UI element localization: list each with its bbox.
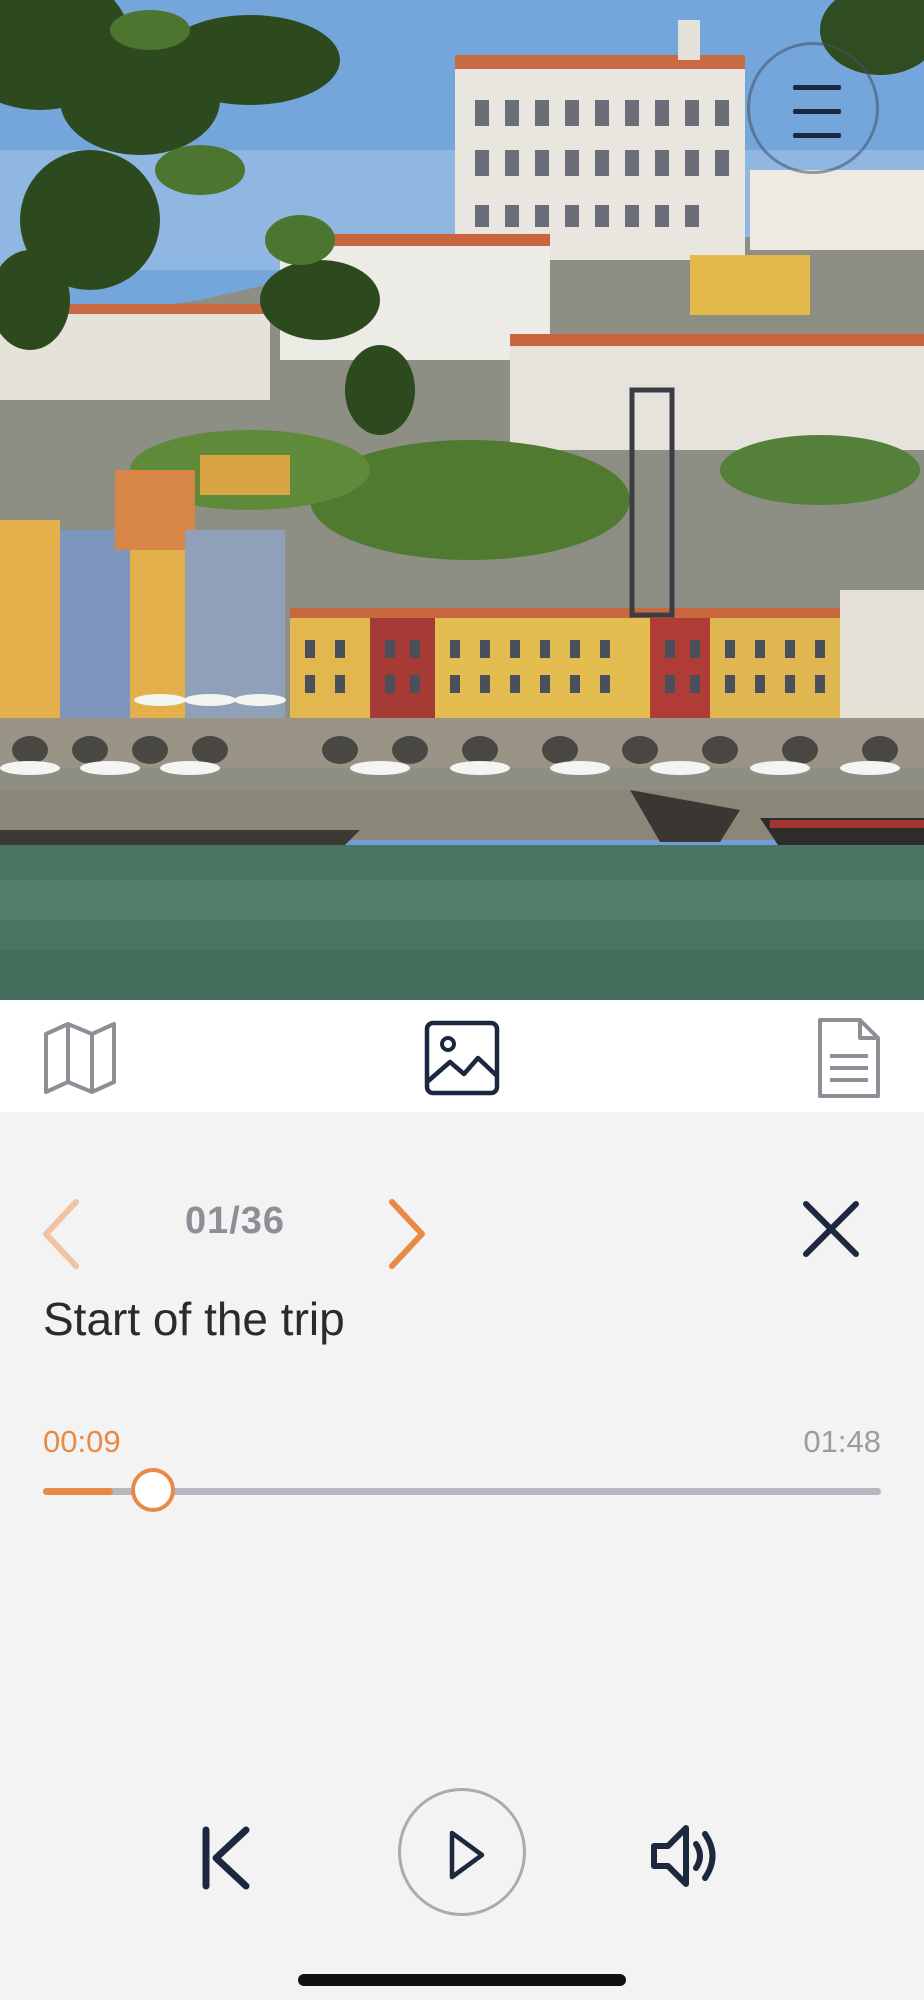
total-time: 01:48 <box>803 1424 881 1459</box>
volume-icon <box>651 1825 716 1887</box>
previous-stop-button[interactable] <box>36 1194 86 1274</box>
hamburger-menu-bar <box>793 109 841 114</box>
tab-map[interactable] <box>38 1016 122 1100</box>
play-icon <box>449 1830 485 1880</box>
hamburger-menu-icon <box>793 85 841 90</box>
close-button[interactable] <box>796 1194 866 1264</box>
chevron-left-icon <box>43 1199 79 1269</box>
view-tab-bar <box>0 1000 924 1112</box>
tab-image[interactable] <box>420 1016 504 1100</box>
stop-counter: 01/36 <box>184 1200 286 1242</box>
elapsed-time: 00:09 <box>43 1424 121 1459</box>
chevron-right-icon <box>389 1199 425 1269</box>
skip-previous-icon <box>202 1826 250 1890</box>
home-indicator <box>298 1974 626 1986</box>
menu-button[interactable] <box>747 42 879 174</box>
stop-title: Start of the trip <box>43 1293 345 1345</box>
play-button[interactable] <box>398 1788 526 1916</box>
progress-thumb[interactable] <box>130 1468 175 1512</box>
next-stop-button[interactable] <box>382 1194 432 1274</box>
tour-photo <box>0 0 924 1000</box>
map-icon <box>44 1022 116 1094</box>
volume-button[interactable] <box>648 1818 724 1894</box>
close-icon <box>803 1201 859 1257</box>
tab-document[interactable] <box>807 1016 891 1100</box>
skip-back-button[interactable] <box>196 1822 256 1894</box>
document-icon <box>818 1018 880 1098</box>
audio-guide-panel: 01/36 Start of the trip 00:09 01:48 <box>0 1112 924 2000</box>
progress-fill <box>43 1488 113 1495</box>
hamburger-menu-bar <box>793 133 841 138</box>
image-icon <box>424 1020 500 1096</box>
